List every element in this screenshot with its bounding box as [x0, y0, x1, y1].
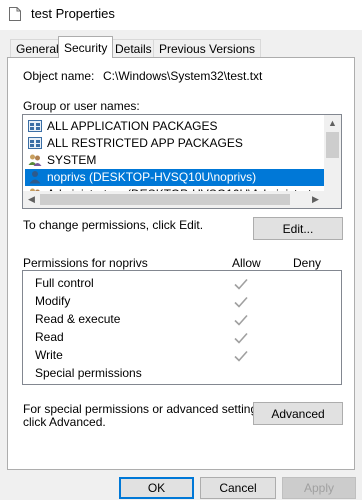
list-item[interactable]: ALL APPLICATION PACKAGES	[25, 118, 325, 135]
apply-button[interactable]: Apply	[282, 477, 356, 499]
allow-check-icon	[233, 313, 249, 327]
allow-check-icon	[233, 295, 249, 309]
list-item-label: noprivs (DESKTOP-HVSQ10U\noprivs)	[47, 170, 257, 184]
vertical-scroll-thumb[interactable]	[326, 132, 339, 158]
advanced-text-line1: For special permissions or advanced sett…	[23, 402, 267, 416]
allow-check-icon	[233, 277, 249, 291]
horizontal-scroll-thumb[interactable]	[40, 194, 290, 205]
permission-name: Read	[35, 330, 64, 344]
deny-column-header: Deny	[293, 256, 322, 270]
list-item-label: ALL RESTRICTED APP PACKAGES	[47, 136, 243, 150]
list-item[interactable]: ALL RESTRICTED APP PACKAGES	[25, 135, 325, 152]
app-packages-icon	[28, 136, 42, 150]
permission-name: Full control	[35, 276, 94, 290]
list-item[interactable]: SYSTEM	[25, 152, 325, 169]
user-icon	[28, 170, 42, 184]
tab-details[interactable]: Details	[109, 39, 158, 57]
allow-check-icon	[233, 349, 249, 363]
tab-security[interactable]: Security	[58, 36, 114, 58]
advanced-button[interactable]: Advanced	[253, 402, 343, 425]
scroll-left-icon[interactable]: ◀	[23, 191, 40, 208]
scrollbar-corner	[324, 191, 341, 208]
scroll-right-icon[interactable]: ▶	[307, 191, 324, 208]
group-user-names-label: Group or user names:	[23, 99, 140, 113]
edit-button[interactable]: Edit...	[253, 217, 343, 240]
list-item-label: SYSTEM	[47, 153, 97, 167]
permission-name: Modify	[35, 294, 71, 308]
list-item-label: ALL APPLICATION PACKAGES	[47, 119, 218, 133]
ok-button[interactable]: OK	[119, 477, 194, 499]
allow-column-header: Allow	[232, 256, 261, 270]
scroll-up-icon[interactable]: ▲	[324, 115, 341, 132]
permission-name: Special permissions	[35, 366, 142, 380]
document-icon	[9, 7, 21, 21]
tab-previous-versions[interactable]: Previous Versions	[153, 39, 262, 57]
object-name-value: C:\Windows\System32\test.txt	[103, 69, 263, 83]
allow-check-icon	[233, 331, 249, 345]
tab-general[interactable]: General	[10, 39, 65, 57]
permission-name: Read & execute	[35, 312, 121, 326]
advanced-text-line2: click Advanced.	[23, 415, 106, 429]
window-title: test Properties	[31, 6, 115, 21]
users-group-icon	[28, 153, 42, 167]
change-permissions-text: To change permissions, click Edit.	[23, 218, 204, 232]
permissions-header: Permissions for noprivs	[23, 256, 148, 270]
cancel-button[interactable]: Cancel	[200, 477, 276, 499]
object-name-label: Object name:	[23, 69, 95, 83]
list-item-selected[interactable]: noprivs (DESKTOP-HVSQ10U\noprivs)	[25, 169, 325, 186]
permission-name: Write	[35, 348, 63, 362]
app-packages-icon	[28, 119, 42, 133]
